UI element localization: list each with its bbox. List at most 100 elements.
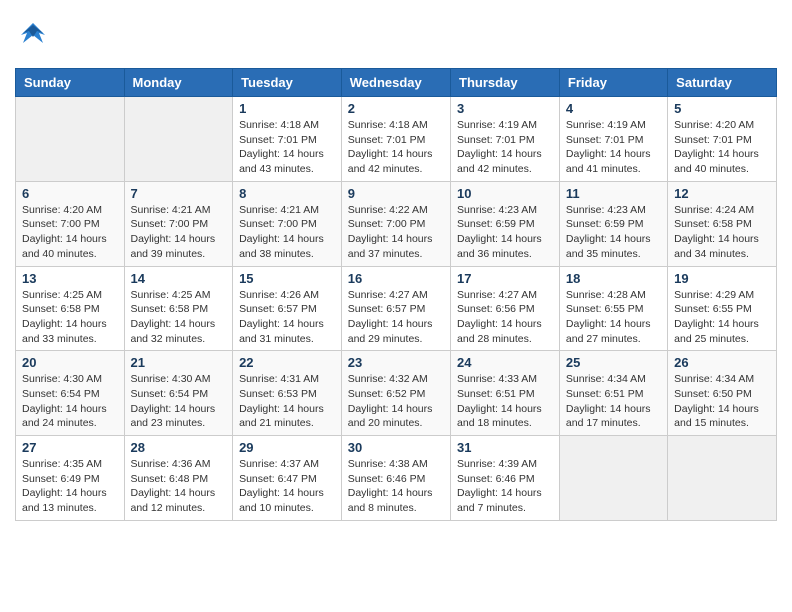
weekday-header-sunday: Sunday bbox=[16, 69, 125, 97]
calendar-cell: 18 Sunrise: 4:28 AM Sunset: 6:55 PM Dayli… bbox=[559, 266, 667, 351]
day-number: 29 bbox=[239, 440, 335, 455]
day-info: Sunrise: 4:36 AM Sunset: 6:48 PM Dayligh… bbox=[131, 457, 227, 516]
day-info: Sunrise: 4:34 AM Sunset: 6:51 PM Dayligh… bbox=[566, 372, 661, 431]
calendar-cell: 3Sunrise: 4:19 AM Sunset: 7:01 PM Daylig… bbox=[451, 97, 560, 182]
calendar: SundayMondayTuesdayWednesdayThursdayFrid… bbox=[15, 68, 777, 521]
day-info: Sunrise: 4:21 AM Sunset: 7:00 PM Dayligh… bbox=[239, 203, 335, 262]
day-number: 12 bbox=[674, 186, 770, 201]
calendar-cell: 24 Sunrise: 4:33 AM Sunset: 6:51 PM Dayli… bbox=[451, 351, 560, 436]
calendar-cell: 7Sunrise: 4:21 AM Sunset: 7:00 PM Daylig… bbox=[124, 181, 233, 266]
week-row-3: 13 Sunrise: 4:25 AM Sunset: 6:58 PM Dayli… bbox=[16, 266, 777, 351]
weekday-header-wednesday: Wednesday bbox=[341, 69, 450, 97]
day-number: 22 bbox=[239, 355, 335, 370]
day-number: 9 bbox=[348, 186, 444, 201]
day-info: Sunrise: 4:32 AM Sunset: 6:52 PM Dayligh… bbox=[348, 372, 444, 431]
week-row-5: 27 Sunrise: 4:35 AM Sunset: 6:49 PM Dayli… bbox=[16, 436, 777, 521]
weekday-header-thursday: Thursday bbox=[451, 69, 560, 97]
day-info: Sunrise: 4:23 AM Sunset: 6:59 PM Dayligh… bbox=[457, 203, 553, 262]
weekday-header-friday: Friday bbox=[559, 69, 667, 97]
week-row-1: 1Sunrise: 4:18 AM Sunset: 7:01 PM Daylig… bbox=[16, 97, 777, 182]
calendar-cell bbox=[559, 436, 667, 521]
day-number: 15 bbox=[239, 271, 335, 286]
logo-bird-icon bbox=[15, 15, 51, 58]
weekday-header-saturday: Saturday bbox=[668, 69, 777, 97]
calendar-cell: 25 Sunrise: 4:34 AM Sunset: 6:51 PM Dayli… bbox=[559, 351, 667, 436]
day-info: Sunrise: 4:25 AM Sunset: 6:58 PM Dayligh… bbox=[131, 288, 227, 347]
day-info: Sunrise: 4:33 AM Sunset: 6:51 PM Dayligh… bbox=[457, 372, 553, 431]
day-number: 4 bbox=[566, 101, 661, 116]
day-number: 23 bbox=[348, 355, 444, 370]
day-info: Sunrise: 4:26 AM Sunset: 6:57 PM Dayligh… bbox=[239, 288, 335, 347]
day-info: Sunrise: 4:27 AM Sunset: 6:56 PM Dayligh… bbox=[457, 288, 553, 347]
day-number: 13 bbox=[22, 271, 118, 286]
day-info: Sunrise: 4:38 AM Sunset: 6:46 PM Dayligh… bbox=[348, 457, 444, 516]
calendar-cell: 20 Sunrise: 4:30 AM Sunset: 6:54 PM Dayli… bbox=[16, 351, 125, 436]
day-info: Sunrise: 4:19 AM Sunset: 7:01 PM Dayligh… bbox=[566, 118, 661, 177]
calendar-cell: 12 Sunrise: 4:24 AM Sunset: 6:58 PM Dayli… bbox=[668, 181, 777, 266]
weekday-header-tuesday: Tuesday bbox=[233, 69, 342, 97]
calendar-cell: 4 Sunrise: 4:19 AM Sunset: 7:01 PM Daylig… bbox=[559, 97, 667, 182]
weekday-header-row: SundayMondayTuesdayWednesdayThursdayFrid… bbox=[16, 69, 777, 97]
day-info: Sunrise: 4:27 AM Sunset: 6:57 PM Dayligh… bbox=[348, 288, 444, 347]
calendar-cell: 26 Sunrise: 4:34 AM Sunset: 6:50 PM Dayli… bbox=[668, 351, 777, 436]
day-number: 27 bbox=[22, 440, 118, 455]
calendar-cell: 29 Sunrise: 4:37 AM Sunset: 6:47 PM Dayli… bbox=[233, 436, 342, 521]
day-number: 5 bbox=[674, 101, 770, 116]
day-number: 6 bbox=[22, 186, 118, 201]
day-number: 2 bbox=[348, 101, 444, 116]
calendar-cell: 27 Sunrise: 4:35 AM Sunset: 6:49 PM Dayli… bbox=[16, 436, 125, 521]
day-info: Sunrise: 4:39 AM Sunset: 6:46 PM Dayligh… bbox=[457, 457, 553, 516]
day-number: 7 bbox=[131, 186, 227, 201]
day-number: 14 bbox=[131, 271, 227, 286]
day-info: Sunrise: 4:34 AM Sunset: 6:50 PM Dayligh… bbox=[674, 372, 770, 431]
week-row-2: 6 Sunrise: 4:20 AM Sunset: 7:00 PM Daylig… bbox=[16, 181, 777, 266]
day-number: 10 bbox=[457, 186, 553, 201]
calendar-cell: 9 Sunrise: 4:22 AM Sunset: 7:00 PM Daylig… bbox=[341, 181, 450, 266]
day-info: Sunrise: 4:35 AM Sunset: 6:49 PM Dayligh… bbox=[22, 457, 118, 516]
day-number: 1 bbox=[239, 101, 335, 116]
calendar-cell bbox=[124, 97, 233, 182]
calendar-cell bbox=[16, 97, 125, 182]
day-number: 31 bbox=[457, 440, 553, 455]
day-info: Sunrise: 4:19 AM Sunset: 7:01 PM Dayligh… bbox=[457, 118, 553, 177]
weekday-header-monday: Monday bbox=[124, 69, 233, 97]
calendar-cell: 23 Sunrise: 4:32 AM Sunset: 6:52 PM Dayli… bbox=[341, 351, 450, 436]
day-number: 25 bbox=[566, 355, 661, 370]
calendar-cell: 21 Sunrise: 4:30 AM Sunset: 6:54 PM Dayli… bbox=[124, 351, 233, 436]
calendar-cell: 16 Sunrise: 4:27 AM Sunset: 6:57 PM Dayli… bbox=[341, 266, 450, 351]
day-info: Sunrise: 4:29 AM Sunset: 6:55 PM Dayligh… bbox=[674, 288, 770, 347]
day-number: 28 bbox=[131, 440, 227, 455]
day-number: 16 bbox=[348, 271, 444, 286]
day-info: Sunrise: 4:22 AM Sunset: 7:00 PM Dayligh… bbox=[348, 203, 444, 262]
week-row-4: 20 Sunrise: 4:30 AM Sunset: 6:54 PM Dayli… bbox=[16, 351, 777, 436]
calendar-cell: 1Sunrise: 4:18 AM Sunset: 7:01 PM Daylig… bbox=[233, 97, 342, 182]
day-info: Sunrise: 4:24 AM Sunset: 6:58 PM Dayligh… bbox=[674, 203, 770, 262]
calendar-cell: 28 Sunrise: 4:36 AM Sunset: 6:48 PM Dayli… bbox=[124, 436, 233, 521]
day-number: 8 bbox=[239, 186, 335, 201]
day-number: 26 bbox=[674, 355, 770, 370]
calendar-cell: 17Sunrise: 4:27 AM Sunset: 6:56 PM Dayli… bbox=[451, 266, 560, 351]
day-number: 24 bbox=[457, 355, 553, 370]
calendar-cell bbox=[668, 436, 777, 521]
day-info: Sunrise: 4:37 AM Sunset: 6:47 PM Dayligh… bbox=[239, 457, 335, 516]
calendar-cell: 5Sunrise: 4:20 AM Sunset: 7:01 PM Daylig… bbox=[668, 97, 777, 182]
day-info: Sunrise: 4:23 AM Sunset: 6:59 PM Dayligh… bbox=[566, 203, 661, 262]
day-info: Sunrise: 4:30 AM Sunset: 6:54 PM Dayligh… bbox=[131, 372, 227, 431]
logo bbox=[15, 15, 55, 58]
day-number: 11 bbox=[566, 186, 661, 201]
day-info: Sunrise: 4:20 AM Sunset: 7:00 PM Dayligh… bbox=[22, 203, 118, 262]
day-number: 19 bbox=[674, 271, 770, 286]
calendar-cell: 6 Sunrise: 4:20 AM Sunset: 7:00 PM Daylig… bbox=[16, 181, 125, 266]
day-info: Sunrise: 4:28 AM Sunset: 6:55 PM Dayligh… bbox=[566, 288, 661, 347]
day-number: 18 bbox=[566, 271, 661, 286]
calendar-cell: 14 Sunrise: 4:25 AM Sunset: 6:58 PM Dayli… bbox=[124, 266, 233, 351]
calendar-cell: 22Sunrise: 4:31 AM Sunset: 6:53 PM Dayli… bbox=[233, 351, 342, 436]
day-info: Sunrise: 4:30 AM Sunset: 6:54 PM Dayligh… bbox=[22, 372, 118, 431]
calendar-cell: 8 Sunrise: 4:21 AM Sunset: 7:00 PM Daylig… bbox=[233, 181, 342, 266]
day-number: 20 bbox=[22, 355, 118, 370]
header bbox=[15, 15, 777, 58]
calendar-cell: 30Sunrise: 4:38 AM Sunset: 6:46 PM Dayli… bbox=[341, 436, 450, 521]
calendar-cell: 2Sunrise: 4:18 AM Sunset: 7:01 PM Daylig… bbox=[341, 97, 450, 182]
day-number: 21 bbox=[131, 355, 227, 370]
calendar-cell: 19 Sunrise: 4:29 AM Sunset: 6:55 PM Dayli… bbox=[668, 266, 777, 351]
